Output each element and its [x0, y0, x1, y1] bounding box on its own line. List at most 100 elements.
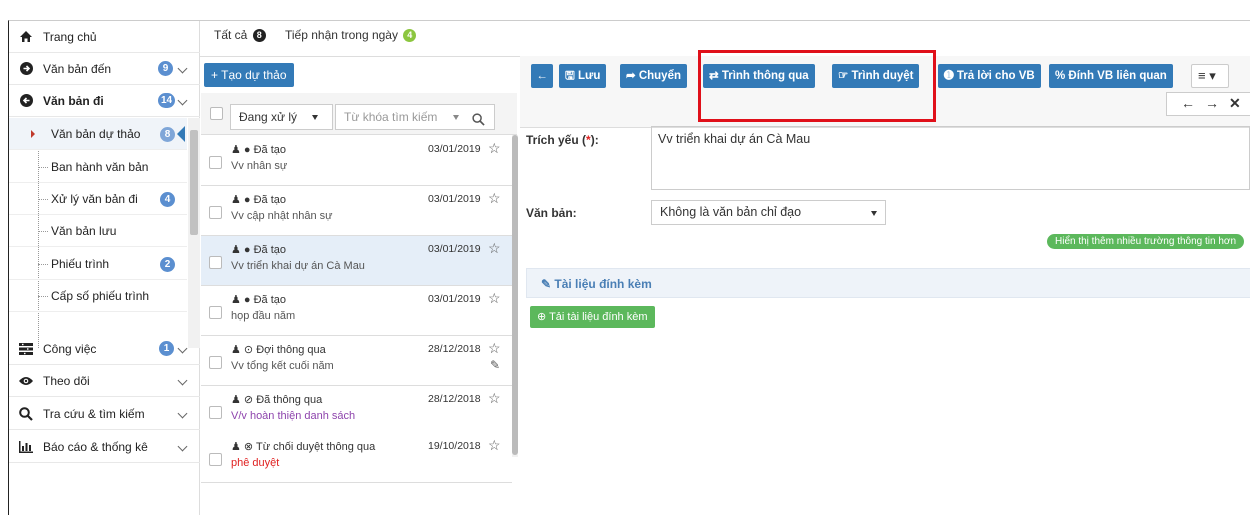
row-checkbox[interactable] — [209, 306, 222, 319]
star-icon[interactable]: ☆ — [488, 340, 501, 357]
item-date: 03/01/2019 — [428, 193, 481, 205]
list-item[interactable]: ♟ ● Đã tạo Vv nhân sự 03/01/2019 ☆ — [201, 136, 512, 186]
search-icon — [19, 406, 33, 421]
status-label: ♟ ⊙ Đợi thông qua — [231, 344, 326, 356]
summary-label: Trích yếu (*): — [526, 133, 599, 147]
search-input[interactable]: Từ khóa tìm kiếm — [335, 104, 495, 130]
item-date: 03/01/2019 — [428, 143, 481, 155]
active-arrow-icon — [177, 126, 185, 142]
sidebar-item-label: Công việc — [43, 341, 97, 356]
summary-label-end: ): — [590, 133, 599, 147]
sidebar-item-label: Theo dõi — [43, 373, 90, 388]
row-checkbox[interactable] — [209, 356, 222, 369]
item-title: V/v hoàn thiện danh sách — [231, 410, 356, 422]
highlight-box — [698, 50, 936, 122]
sidebar-item-home[interactable]: Trang chủ — [9, 21, 200, 53]
document-type-label: Văn bản: — [526, 206, 577, 220]
count-badge: 1 — [159, 341, 174, 356]
bar-chart-icon — [19, 440, 33, 454]
star-icon[interactable]: ☆ — [488, 190, 501, 207]
item-date: 19/10/2018 — [428, 440, 481, 452]
select-all-checkbox[interactable] — [210, 107, 223, 120]
row-checkbox[interactable] — [209, 156, 222, 169]
tab-label: Tiếp nhận trong ngày — [285, 28, 398, 42]
status-label: ♟ ● Đã tạo — [231, 144, 287, 156]
star-icon[interactable]: ☆ — [488, 437, 501, 454]
sidebar-item-label: Xử lý văn bản đi — [51, 191, 138, 206]
attach-related-button[interactable]: % Đính VB liên quan — [1049, 64, 1173, 88]
tab-received-today[interactable]: Tiếp nhận trong ngày 4 — [285, 28, 417, 43]
scrollbar-thumb[interactable] — [512, 135, 518, 455]
count-badge: 4 — [403, 29, 417, 43]
row-checkbox[interactable] — [209, 406, 222, 419]
list-item[interactable]: ♟ ⊗ Từ chối duyệt thông qua phê duyệt 19… — [201, 433, 512, 483]
star-icon[interactable]: ☆ — [488, 290, 501, 307]
list-scrollbar[interactable] — [512, 135, 518, 457]
list-item[interactable]: ♟ ⊙ Đợi thông qua Vv tổng kết cuối năm 2… — [201, 336, 512, 386]
status-label: ♟ ⊗ Từ chối duyệt thông qua — [231, 441, 376, 453]
sidebar-item-work[interactable]: Công việc 1 — [9, 333, 200, 365]
star-icon[interactable]: ☆ — [488, 390, 501, 407]
sidebar-item-draft[interactable]: Văn bản dự thảo 8 — [9, 118, 187, 150]
star-icon[interactable]: ☆ — [488, 240, 501, 257]
sidebar-item-follow[interactable]: Theo dõi — [9, 365, 200, 397]
list-item[interactable]: ♟ ● Đã tạo Vv triển khai dự án Cà Mau 03… — [201, 236, 512, 286]
star-icon[interactable]: ☆ — [488, 140, 501, 157]
save-button[interactable]: 🖫 Lưu — [559, 64, 607, 88]
row-checkbox[interactable] — [209, 453, 222, 466]
document-type-value: Không là văn bản chỉ đạo — [660, 205, 802, 219]
caret-down-icon[interactable] — [453, 115, 459, 120]
sidebar-item-submission-number[interactable]: Cấp số phiếu trình — [9, 280, 187, 312]
sidebar-item-publish[interactable]: Ban hành văn bản — [9, 151, 187, 183]
sidebar-item-submission[interactable]: Phiếu trình 2 — [9, 248, 187, 280]
paperclip-icon: ✎ — [490, 358, 501, 372]
row-checkbox[interactable] — [209, 206, 222, 219]
home-icon — [19, 30, 33, 44]
status-filter-select[interactable]: Đang xử lý — [230, 104, 333, 130]
sidebar-item-archive[interactable]: Văn bản lưu — [9, 215, 187, 247]
count-badge: 4 — [160, 192, 175, 207]
more-menu-button[interactable]: ≡ ▾ — [1191, 64, 1229, 88]
list-item[interactable]: ♟ ● Đã tạo Vv cập nhật nhân sự 03/01/201… — [201, 186, 512, 236]
sidebar-item-report[interactable]: Báo cáo & thống kê — [9, 431, 200, 463]
back-button[interactable]: ← — [531, 64, 553, 88]
reply-document-button[interactable]: ➊ Trả lời cho VB — [938, 64, 1041, 88]
tasks-icon — [19, 342, 33, 356]
create-draft-button[interactable]: + Tạo dự thảo — [204, 63, 294, 87]
list-item[interactable]: ♟ ⊘ Đã thông qua V/v hoàn thiện danh sác… — [201, 386, 512, 436]
sidebar-item-process[interactable]: Xử lý văn bản đi 4 — [9, 183, 187, 215]
sidebar-item-label: Văn bản đến — [43, 61, 112, 76]
sidebar-scrollbar[interactable] — [188, 118, 200, 348]
item-title: Vv tổng kết cuối năm — [231, 360, 334, 372]
sidebar-item-label: Phiếu trình — [51, 256, 110, 271]
count-badge: 2 — [160, 257, 175, 272]
sidebar-item-label: Cấp số phiếu trình — [51, 288, 150, 303]
tab-all[interactable]: Tất cả 8 — [214, 28, 266, 43]
prev-arrow-icon[interactable]: ← — [1181, 95, 1195, 111]
show-more-fields-button[interactable]: Hiển thị thêm nhiều trường thông tin hơn — [1047, 234, 1245, 249]
status-label: ♟ ● Đã tạo — [231, 194, 287, 206]
item-title: Vv cập nhật nhân sự — [231, 210, 333, 222]
scrollbar-thumb[interactable] — [190, 130, 198, 235]
item-title: phê duyệt — [231, 457, 280, 469]
summary-textarea[interactable]: Vv triển khai dự án Cà Mau — [651, 126, 1250, 190]
close-icon[interactable]: ✕ — [1229, 95, 1241, 112]
sidebar-item-search[interactable]: Tra cứu & tìm kiếm — [9, 398, 200, 430]
upload-attachment-button[interactable]: ⊕ Tải tài liệu đính kèm — [530, 306, 655, 328]
list-item[interactable]: ♟ ● Đã tạo họp đầu năm 03/01/2019 ☆ — [201, 286, 512, 336]
forward-button[interactable]: ➦ Chuyển — [620, 64, 688, 88]
search-icon[interactable] — [472, 110, 485, 134]
row-checkbox[interactable] — [209, 256, 222, 269]
sidebar-item-label: Trang chủ — [43, 29, 97, 44]
next-arrow-icon[interactable]: → — [1205, 95, 1219, 111]
status-label: ♟ ● Đã tạo — [231, 294, 287, 306]
document-type-select[interactable]: Không là văn bản chỉ đạo — [651, 200, 886, 225]
sidebar-item-label: Ban hành văn bản — [51, 159, 149, 174]
sidebar-item-outgoing[interactable]: Văn bản đi 14 — [9, 85, 200, 117]
sidebar-item-incoming[interactable]: Văn bản đến 9 — [9, 53, 200, 85]
sidebar-item-label: Văn bản lưu — [51, 223, 117, 238]
record-navigation: ← → ✕ — [1166, 92, 1250, 116]
search-placeholder: Từ khóa tìm kiếm — [344, 110, 438, 124]
attachments-title: ✎ Tài liệu đính kèm — [541, 277, 652, 291]
status-label: ♟ ⊘ Đã thông qua — [231, 394, 323, 406]
